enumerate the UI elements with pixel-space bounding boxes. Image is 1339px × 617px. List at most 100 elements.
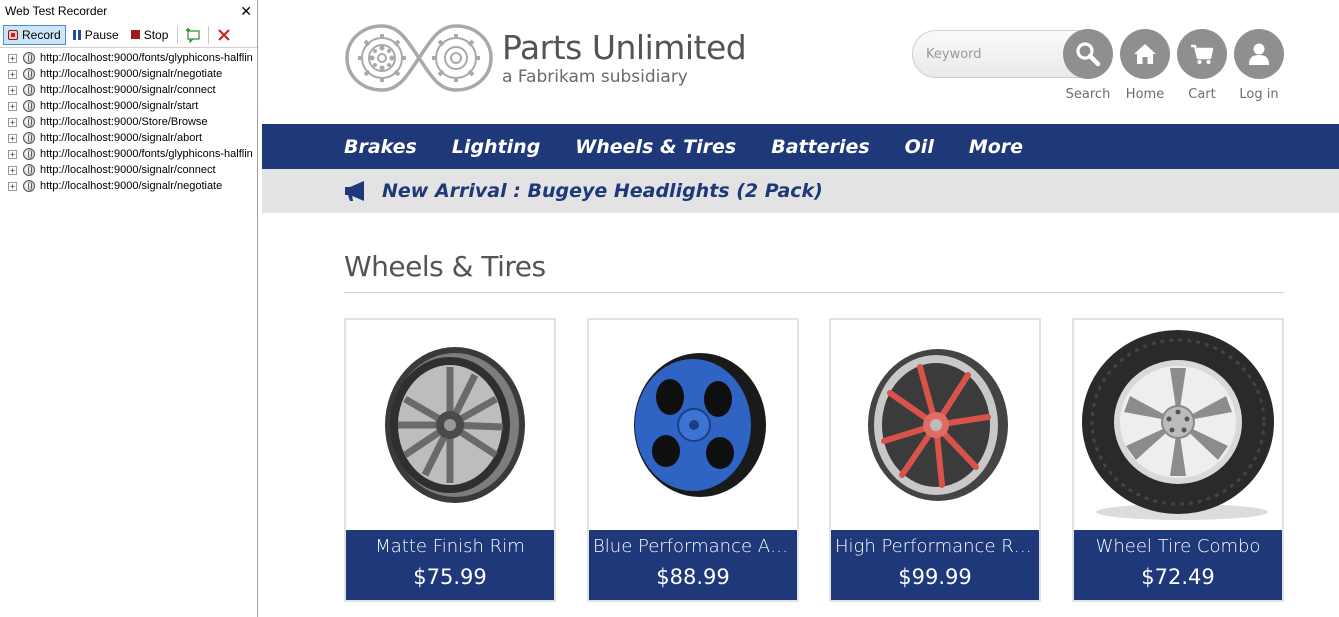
stop-label: Stop	[143, 27, 169, 42]
pause-icon	[72, 29, 81, 40]
expand-icon[interactable]: +	[8, 181, 17, 191]
user-icon	[1249, 43, 1269, 65]
menu-item[interactable]: Lighting	[452, 136, 540, 158]
request-item[interactable]: + http://localhost:9000/signalr/connect	[0, 82, 257, 98]
menu-item[interactable]: Oil	[905, 136, 934, 158]
request-url: http://localhost:9000/signalr/connect	[40, 84, 216, 96]
web-test-recorder-panel: Web Test Recorder ✕ Record Pause Stop + …	[0, 0, 258, 617]
globe-icon	[23, 68, 35, 80]
request-url: http://localhost:9000/signalr/negotiate	[40, 68, 223, 80]
pause-button[interactable]: Pause	[68, 25, 124, 45]
product-name: Blue Performance All...	[593, 536, 797, 557]
globe-icon	[23, 100, 35, 112]
request-item[interactable]: + http://localhost:9000/signalr/connect	[0, 162, 257, 178]
product-card[interactable]: High Performance Rim $99.99	[829, 318, 1041, 602]
login-button[interactable]	[1234, 29, 1284, 79]
product-price: $75.99	[413, 565, 487, 589]
product-card[interactable]: Matte Finish Rim $75.99	[344, 318, 556, 602]
request-item[interactable]: + http://localhost:9000/signalr/negotiate	[0, 178, 257, 194]
delete-x-icon	[218, 28, 231, 41]
wheel-rim-icon	[634, 353, 766, 497]
cart-button[interactable]	[1177, 29, 1227, 79]
expand-icon[interactable]: +	[8, 133, 17, 143]
expand-icon[interactable]: +	[8, 53, 17, 63]
menu-item[interactable]: Wheels & Tires	[575, 136, 736, 158]
expand-icon[interactable]: +	[8, 149, 17, 159]
stop-icon	[130, 30, 140, 39]
menu-item[interactable]: Batteries	[771, 136, 869, 158]
add-comment-icon	[186, 27, 201, 43]
product-caption: Matte Finish Rim $75.99	[346, 530, 554, 600]
globe-icon	[23, 132, 35, 144]
add-comment-button[interactable]	[182, 25, 204, 45]
request-url: http://localhost:9000/signalr/negotiate	[40, 180, 223, 192]
request-url: http://localhost:9000/signalr/connect	[40, 164, 216, 176]
product-name: Matte Finish Rim	[375, 536, 525, 557]
search-icon	[1076, 42, 1101, 67]
product-caption: Wheel Tire Combo $72.49	[1074, 530, 1282, 600]
product-name: High Performance Rim	[835, 536, 1037, 557]
wheel-rim-icon	[868, 349, 1008, 501]
search-button[interactable]	[1063, 29, 1113, 79]
delete-button[interactable]	[213, 25, 235, 45]
expand-icon[interactable]: +	[8, 165, 17, 175]
category-menu: Brakes Lighting Wheels & Tires Batteries Oil…	[262, 124, 1339, 169]
logo-text: Parts Unlimited a Fabrikam subsidiary	[502, 28, 747, 88]
stop-button[interactable]: Stop	[126, 25, 174, 45]
product-card[interactable]: Blue Performance All... $88.99	[587, 318, 799, 602]
product-image	[346, 320, 554, 528]
brand-name: Parts Unlimited	[502, 28, 747, 67]
record-button[interactable]: Record	[3, 24, 66, 45]
globe-icon	[23, 180, 35, 192]
product-image	[831, 320, 1039, 528]
globe-icon	[23, 84, 35, 96]
announcement-link[interactable]: New Arrival : Bugeye Headlights (2 Pack)	[382, 180, 823, 202]
request-url: http://localhost:9000/fonts/glyphicons-h…	[40, 52, 253, 64]
megaphone-icon	[345, 181, 364, 201]
request-item[interactable]: + http://localhost:9000/signalr/abort	[0, 130, 257, 146]
request-item[interactable]: + http://localhost:9000/fonts/glyphicons-…	[0, 146, 257, 162]
expand-icon[interactable]: +	[8, 69, 17, 79]
globe-icon	[23, 164, 35, 176]
toolbar-separator	[177, 25, 179, 44]
globe-icon	[23, 52, 35, 64]
close-icon[interactable]: ✕	[240, 4, 252, 18]
gears-logo-icon	[345, 24, 493, 92]
site-logo[interactable]: Parts Unlimited a Fabrikam subsidiary	[344, 22, 747, 94]
expand-icon[interactable]: +	[8, 117, 17, 127]
menu-item[interactable]: More	[969, 136, 1023, 158]
product-price: $88.99	[656, 565, 730, 589]
product-caption: High Performance Rim $99.99	[831, 530, 1039, 600]
globe-icon	[23, 116, 35, 128]
record-icon	[8, 29, 18, 40]
category-heading: Wheels & Tires	[344, 250, 546, 283]
expand-icon[interactable]: +	[8, 85, 17, 95]
request-url: http://localhost:9000/signalr/abort	[40, 132, 203, 144]
globe-icon	[23, 148, 35, 160]
expand-icon[interactable]: +	[8, 101, 17, 111]
heading-divider	[344, 292, 1284, 293]
recorder-title: Web Test Recorder	[5, 4, 108, 18]
recorder-toolbar: Record Pause Stop	[0, 22, 257, 48]
home-button[interactable]	[1120, 29, 1170, 79]
product-grid: Matte Finish Rim $75.99 Blue Performance…	[344, 318, 1284, 602]
announcement-bar: New Arrival : Bugeye Headlights (2 Pack)	[262, 169, 1339, 213]
menu-item[interactable]: Brakes	[344, 136, 417, 158]
request-item[interactable]: + http://localhost:9000/Store/Browse	[0, 114, 257, 130]
request-url: http://localhost:9000/Store/Browse	[40, 116, 208, 128]
product-price: $72.49	[1141, 565, 1215, 589]
wheel-tire-icon	[1082, 330, 1274, 520]
request-item[interactable]: + http://localhost:9000/signalr/negotiate	[0, 66, 257, 82]
parts-unlimited-page: Parts Unlimited a Fabrikam subsidiary Se…	[262, 0, 1339, 617]
wheel-rim-icon	[385, 347, 525, 503]
product-card[interactable]: Wheel Tire Combo $72.49	[1072, 318, 1284, 602]
login-label[interactable]: Log in	[1224, 87, 1294, 102]
request-item[interactable]: + http://localhost:9000/signalr/start	[0, 98, 257, 114]
product-price: $99.99	[898, 565, 972, 589]
product-image	[589, 320, 797, 528]
request-item[interactable]: + http://localhost:9000/fonts/glyphicons-…	[0, 50, 257, 66]
request-tree: + http://localhost:9000/fonts/glyphicons-…	[0, 48, 257, 194]
pause-label: Pause	[84, 27, 119, 42]
product-name: Wheel Tire Combo	[1095, 536, 1261, 557]
request-url: http://localhost:9000/fonts/glyphicons-h…	[40, 148, 253, 160]
